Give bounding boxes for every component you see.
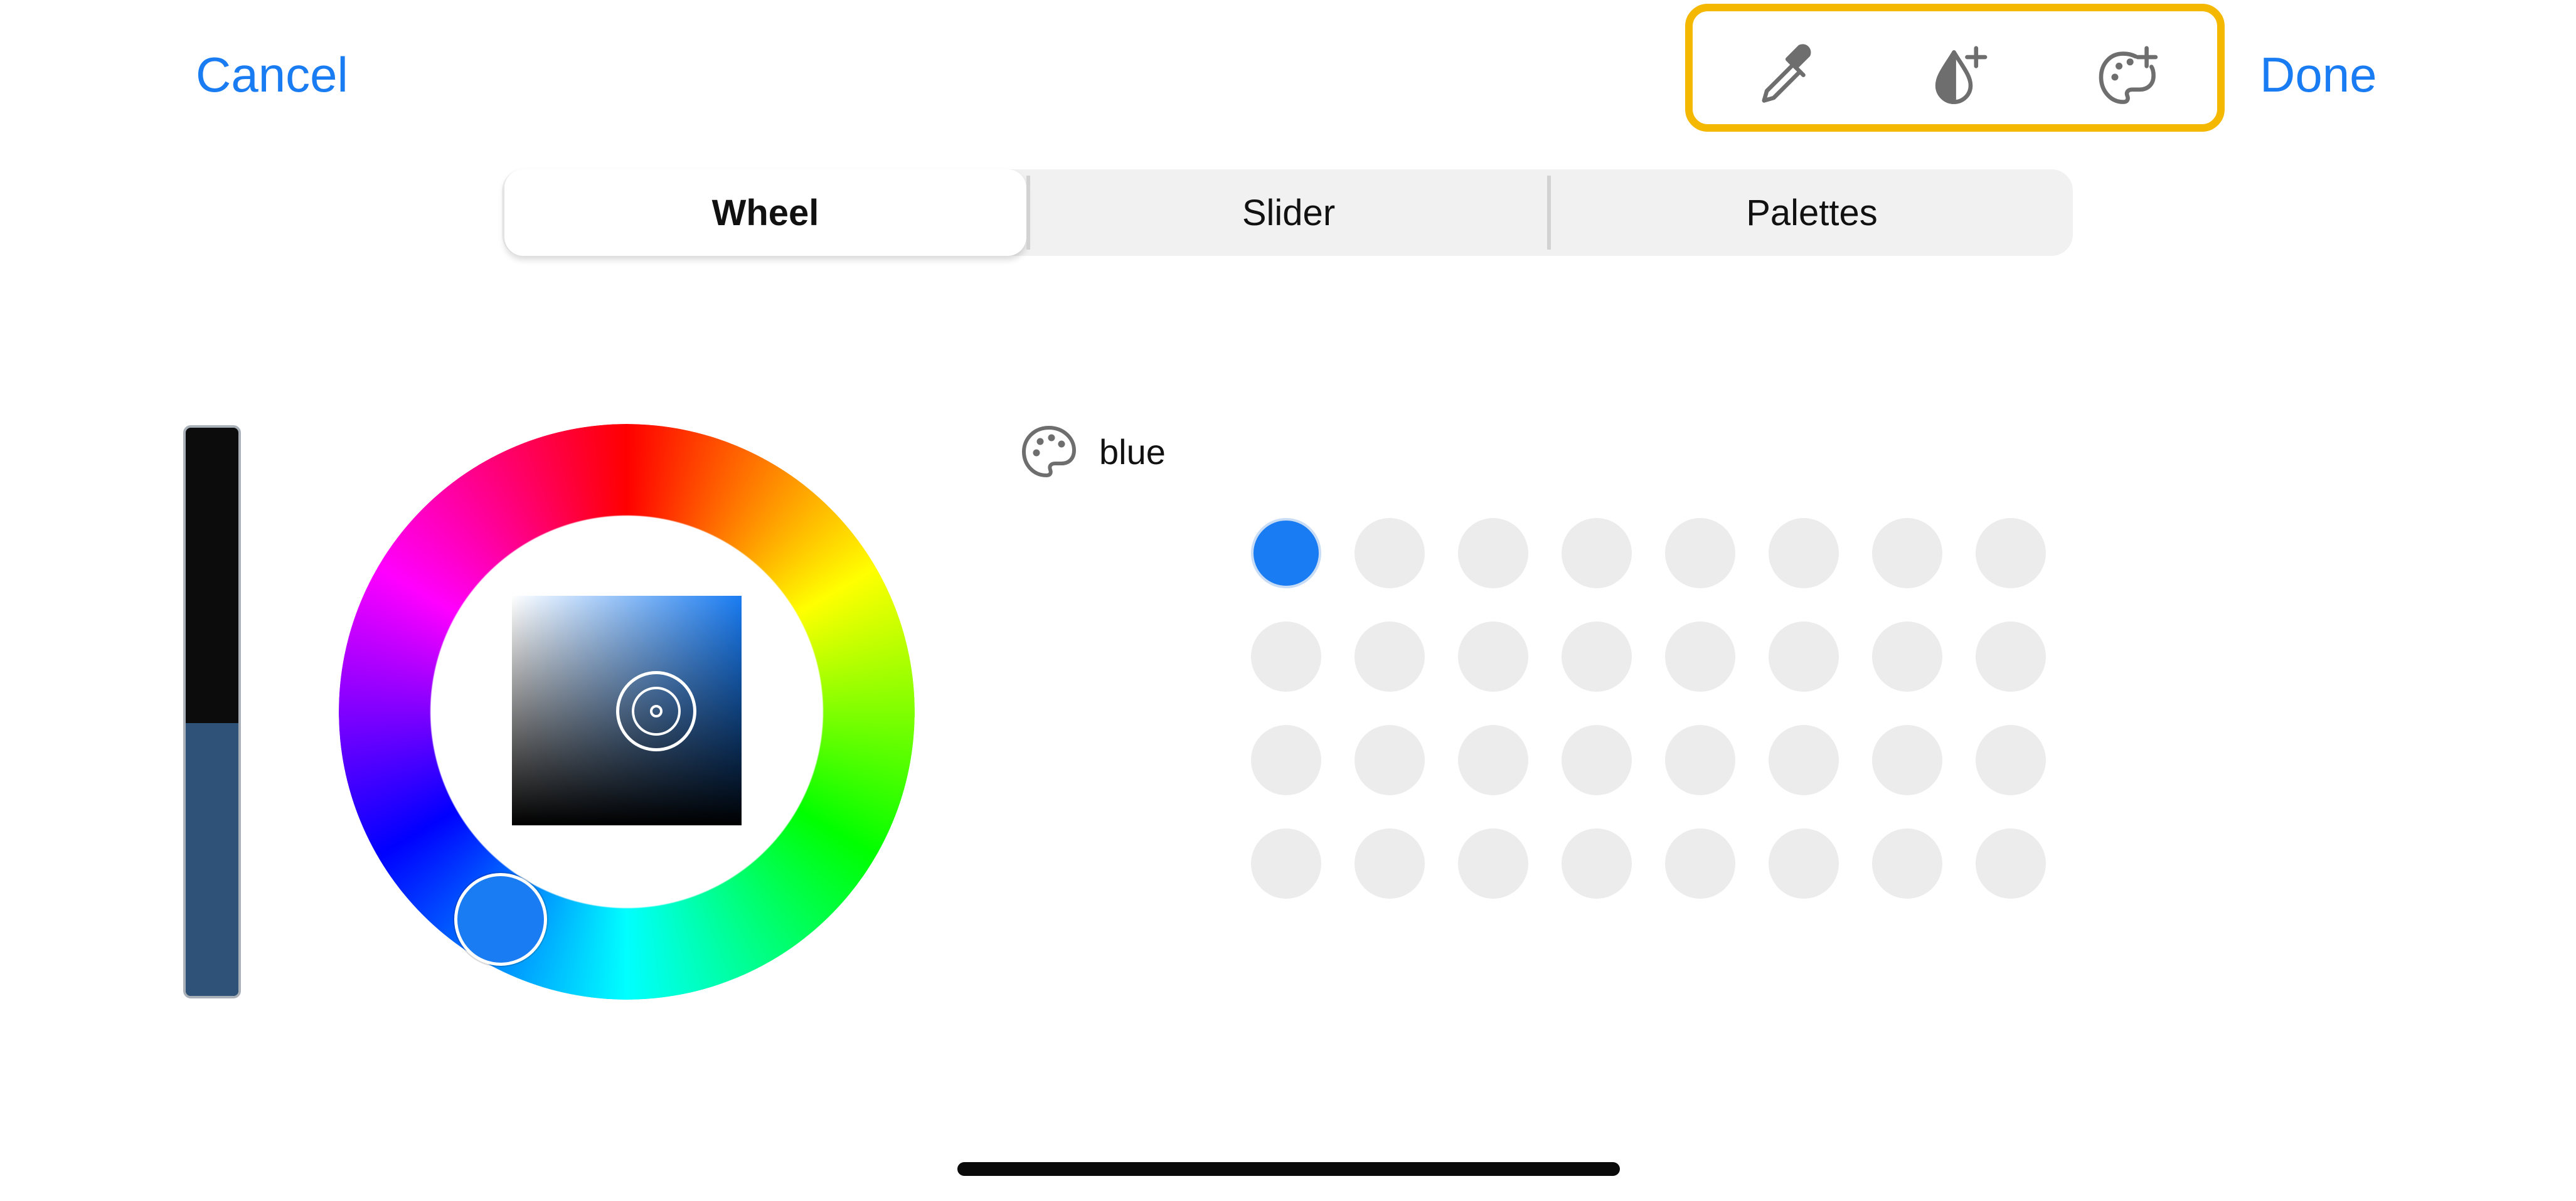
empty-swatch[interactable]: [1872, 725, 1942, 795]
home-indicator: [957, 1162, 1620, 1176]
empty-swatch[interactable]: [1665, 622, 1735, 692]
hue-handle[interactable]: [454, 873, 547, 966]
swatch-grid: [1251, 518, 2046, 899]
brightness-slider[interactable]: [183, 425, 241, 998]
view-mode-segmented-control: Wheel Slider Palettes: [502, 169, 2073, 256]
empty-swatch[interactable]: [1562, 828, 1632, 899]
empty-swatch[interactable]: [1251, 622, 1321, 692]
empty-swatch[interactable]: [1769, 725, 1839, 795]
tool-group: [1685, 4, 2225, 132]
eyedropper-icon[interactable]: [1752, 43, 1821, 112]
tab-palettes[interactable]: Palettes: [1551, 169, 2073, 256]
empty-swatch[interactable]: [1872, 828, 1942, 899]
empty-swatch[interactable]: [1976, 725, 2046, 795]
empty-swatch[interactable]: [1562, 725, 1632, 795]
empty-swatch[interactable]: [1769, 622, 1839, 692]
empty-swatch[interactable]: [1872, 518, 1942, 588]
saturation-brightness-square[interactable]: [512, 596, 742, 825]
empty-swatch[interactable]: [1872, 622, 1942, 692]
empty-swatch[interactable]: [1976, 622, 2046, 692]
palette-name: blue: [1099, 431, 1166, 472]
empty-swatch[interactable]: [1355, 725, 1425, 795]
empty-swatch[interactable]: [1355, 518, 1425, 588]
cancel-button[interactable]: Cancel: [196, 50, 348, 99]
palette-header[interactable]: blue: [1018, 420, 1166, 483]
empty-swatch[interactable]: [1251, 725, 1321, 795]
empty-swatch[interactable]: [1665, 828, 1735, 899]
palette-icon: [1022, 426, 1076, 477]
empty-swatch[interactable]: [1458, 518, 1528, 588]
empty-swatch[interactable]: [1251, 828, 1321, 899]
saturation-brightness-handle[interactable]: [616, 671, 696, 751]
empty-swatch[interactable]: [1562, 518, 1632, 588]
tab-wheel[interactable]: Wheel: [504, 169, 1026, 256]
empty-swatch[interactable]: [1458, 828, 1528, 899]
color-swatch[interactable]: [1251, 518, 1321, 588]
empty-swatch[interactable]: [1458, 725, 1528, 795]
empty-swatch[interactable]: [1355, 622, 1425, 692]
tab-slider[interactable]: Slider: [1030, 169, 1547, 256]
empty-swatch[interactable]: [1769, 828, 1839, 899]
brightness-fill: [186, 723, 238, 996]
empty-swatch[interactable]: [1458, 622, 1528, 692]
done-button[interactable]: Done: [2260, 50, 2376, 99]
add-palette-icon[interactable]: [2094, 43, 2163, 112]
empty-swatch[interactable]: [1976, 518, 2046, 588]
add-color-icon[interactable]: [1922, 43, 1991, 112]
color-wheel: [339, 424, 915, 1000]
empty-swatch[interactable]: [1355, 828, 1425, 899]
empty-swatch[interactable]: [1665, 518, 1735, 588]
empty-swatch[interactable]: [1665, 725, 1735, 795]
empty-swatch[interactable]: [1562, 622, 1632, 692]
empty-swatch[interactable]: [1769, 518, 1839, 588]
empty-swatch[interactable]: [1976, 828, 2046, 899]
